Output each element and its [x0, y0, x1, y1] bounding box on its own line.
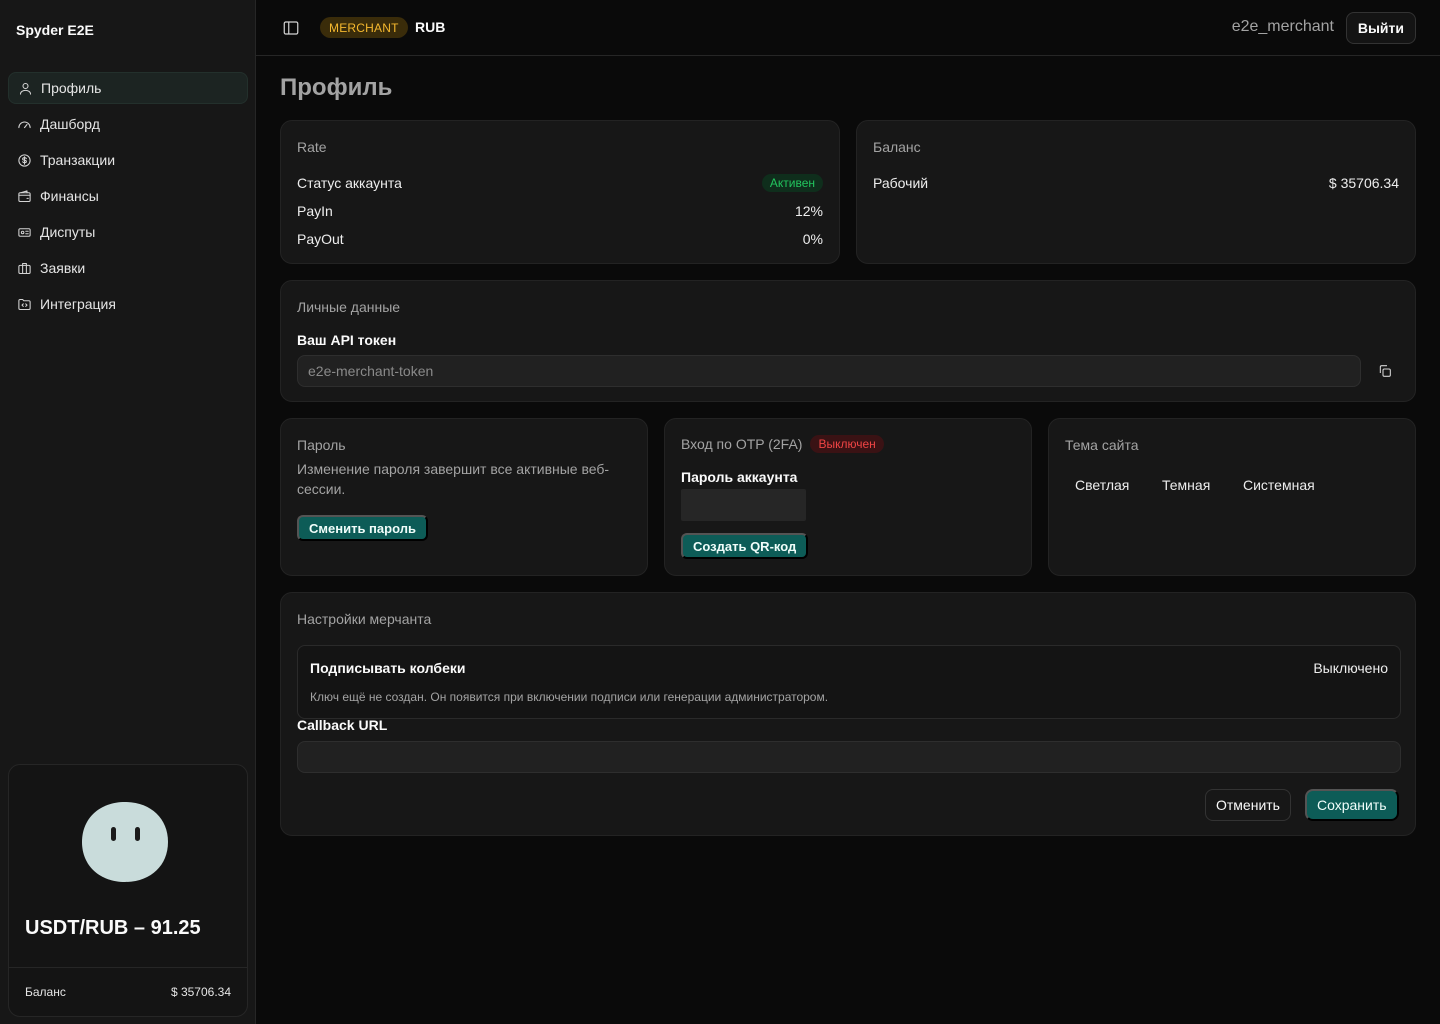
api-token-label: Ваш API токен — [297, 332, 397, 348]
card-title: Настройки мерчанта — [297, 611, 432, 627]
otp-title-row: Вход по OTP (2FA) Выключен — [681, 435, 884, 453]
card-title: Тема сайта — [1065, 437, 1139, 453]
callback-url-label: Callback URL — [297, 717, 388, 733]
folder-code-icon — [16, 296, 32, 312]
theme-section: Тема сайта Светлая Темная Системная — [1048, 418, 1416, 576]
copy-icon[interactable] — [1377, 363, 1397, 383]
username: e2e_merchant — [1231, 18, 1334, 35]
card-title: Вход по OTP (2FA) — [681, 436, 803, 452]
sidebar-nav: Профиль Дашборд Транзакции Финансы Диспу… — [8, 72, 248, 324]
sidebar-item-label: Дашборд — [40, 116, 100, 132]
logout-button[interactable]: Выйти — [1345, 12, 1416, 44]
payin-row: PayIn 12% — [297, 201, 823, 221]
otp-section: Вход по OTP (2FA) Выключен Пароль аккаун… — [664, 418, 1032, 576]
card-title: Баланс — [873, 139, 921, 155]
payout-value: 0% — [802, 231, 823, 247]
otp-status-badge: Выключен — [810, 435, 884, 453]
balance-value: $ 35706.34 — [170, 985, 231, 999]
divider — [9, 967, 247, 968]
sign-callbacks-toggle[interactable]: Выключено — [1313, 660, 1388, 676]
payin-label: PayIn — [297, 203, 333, 219]
payin-value: 12% — [794, 203, 823, 219]
sidebar-item-label: Интеграция — [40, 296, 116, 312]
create-qr-button[interactable]: Создать QR-код — [681, 533, 809, 559]
currency-label: RUB — [415, 19, 446, 35]
sidebar-item-disputes[interactable]: Диспуты — [8, 216, 248, 248]
personal-data-section: Личные данные Ваш API токен — [280, 280, 1416, 402]
balance-section: Баланс Рабочий $ 35706.34 — [856, 120, 1416, 264]
account-password-input[interactable] — [681, 489, 806, 521]
role-badge: MERCHANT — [320, 17, 408, 38]
payout-row: PayOut 0% — [297, 229, 823, 249]
status-badge: Активен — [761, 174, 823, 192]
rate-card: USDT/RUB – 91.25 Баланс $ 35706.34 — [8, 764, 248, 1017]
account-password-label: Пароль аккаунта — [681, 469, 798, 485]
sidebar-item-transactions[interactable]: Транзакции — [8, 144, 248, 176]
top-header: MERCHANT RUB e2e_merchant Выйти — [256, 0, 1440, 56]
rate-section: Rate Статус аккаунта Активен PayIn 12% P… — [280, 120, 840, 264]
dollar-circle-icon — [16, 152, 32, 168]
working-balance-row: Рабочий $ 35706.34 — [873, 173, 1399, 193]
password-description: Изменение пароля завершит все активные в… — [297, 461, 610, 497]
sidebar-item-integration[interactable]: Интеграция — [8, 288, 248, 320]
sign-callbacks-box: Подписывать колбеки Выключено Ключ ещё н… — [297, 645, 1401, 719]
briefcase-icon — [16, 260, 32, 276]
cancel-button[interactable]: Отменить — [1205, 789, 1291, 821]
gauge-icon — [16, 116, 32, 132]
sidebar-item-finance[interactable]: Финансы — [8, 180, 248, 212]
mascot-icon — [82, 802, 168, 882]
status-row: Статус аккаунта Активен — [297, 173, 823, 193]
sidebar-item-label: Диспуты — [40, 224, 96, 240]
card-title: Пароль — [297, 437, 346, 453]
sign-callbacks-label: Подписывать колбеки — [310, 660, 466, 676]
status-label: Статус аккаунта — [297, 175, 402, 191]
sidebar-item-label: Финансы — [40, 188, 99, 204]
sidebar-toggle-icon[interactable] — [282, 19, 300, 37]
sidebar-item-requests[interactable]: Заявки — [8, 252, 248, 284]
user-icon — [17, 80, 33, 96]
working-value: $ 35706.34 — [1328, 175, 1399, 191]
card-title: Личные данные — [297, 299, 401, 315]
payout-label: PayOut — [297, 231, 344, 247]
card-title: Rate — [297, 139, 327, 155]
theme-light-option[interactable]: Светлая — [1075, 477, 1129, 493]
working-label: Рабочий — [873, 175, 929, 191]
sidebar-item-profile[interactable]: Профиль — [8, 72, 248, 104]
sidebar-item-label: Транзакции — [40, 152, 116, 168]
ticket-icon — [16, 224, 32, 240]
sidebar-item-label: Заявки — [40, 260, 86, 276]
sign-callbacks-hint: Ключ ещё не создан. Он появится при вклю… — [310, 690, 829, 704]
wallet-icon — [16, 188, 32, 204]
api-token-input[interactable] — [297, 355, 1361, 387]
balance-label: Баланс — [25, 985, 66, 999]
callback-url-input[interactable] — [297, 741, 1401, 773]
sidebar-item-dashboard[interactable]: Дашборд — [8, 108, 248, 140]
merchant-settings-section: Настройки мерчанта Подписывать колбеки В… — [280, 592, 1416, 836]
sidebar-item-label: Профиль — [41, 80, 102, 96]
page-title: Профиль — [280, 74, 393, 101]
brand-name: Spyder E2E — [16, 22, 94, 38]
change-password-button[interactable]: Сменить пароль — [297, 515, 428, 541]
password-section: Пароль Изменение пароля завершит все акт… — [280, 418, 648, 576]
save-button[interactable]: Сохранить — [1305, 789, 1399, 821]
sidebar: Spyder E2E Профиль Дашборд Транзакции Фи… — [0, 0, 256, 1024]
exchange-rate: USDT/RUB – 91.25 — [25, 917, 201, 939]
theme-dark-option[interactable]: Темная — [1162, 477, 1210, 493]
theme-system-option[interactable]: Системная — [1243, 477, 1315, 493]
